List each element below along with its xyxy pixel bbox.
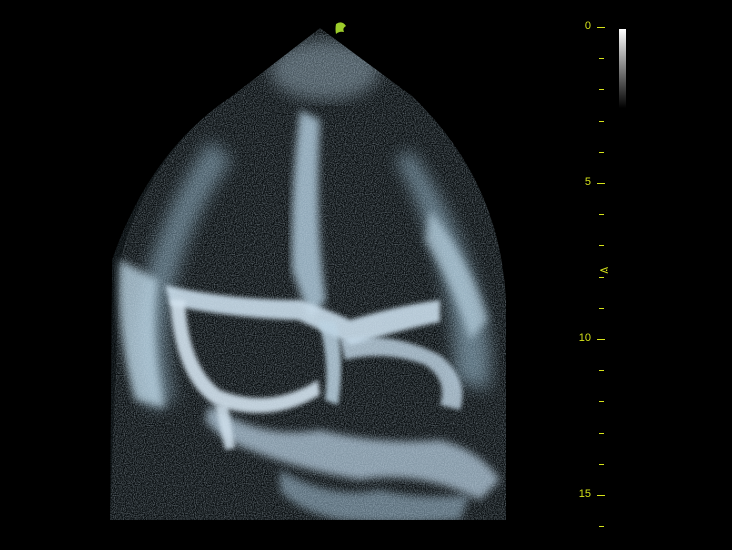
depth-tick (599, 370, 604, 371)
scan-sector (110, 28, 506, 520)
depth-tick (599, 214, 604, 215)
depth-tick (597, 27, 605, 28)
depth-tick (599, 401, 604, 402)
depth-label: 0 (584, 20, 591, 32)
depth-label: 10 (578, 332, 591, 344)
depth-tick (599, 58, 604, 59)
depth-tick (599, 121, 604, 122)
depth-tick (599, 89, 604, 90)
depth-tick (599, 308, 604, 309)
depth-tick (599, 433, 604, 434)
depth-tick (599, 464, 604, 465)
depth-tick (597, 495, 605, 496)
depth-label: 15 (578, 488, 591, 500)
depth-label: 5 (584, 176, 591, 188)
orientation-marker-icon (335, 22, 346, 34)
depth-tick (597, 183, 605, 184)
depth-tick (597, 339, 605, 340)
depth-tick (599, 152, 604, 153)
depth-tick (599, 277, 604, 278)
depth-tick (599, 526, 604, 527)
depth-tick (599, 245, 604, 246)
focus-marker-icon[interactable]: ⋖ (599, 264, 609, 276)
ultrasound-viewport: 0 5 10 15 ⋖ (0, 0, 732, 550)
grayscale-bar (619, 29, 626, 108)
